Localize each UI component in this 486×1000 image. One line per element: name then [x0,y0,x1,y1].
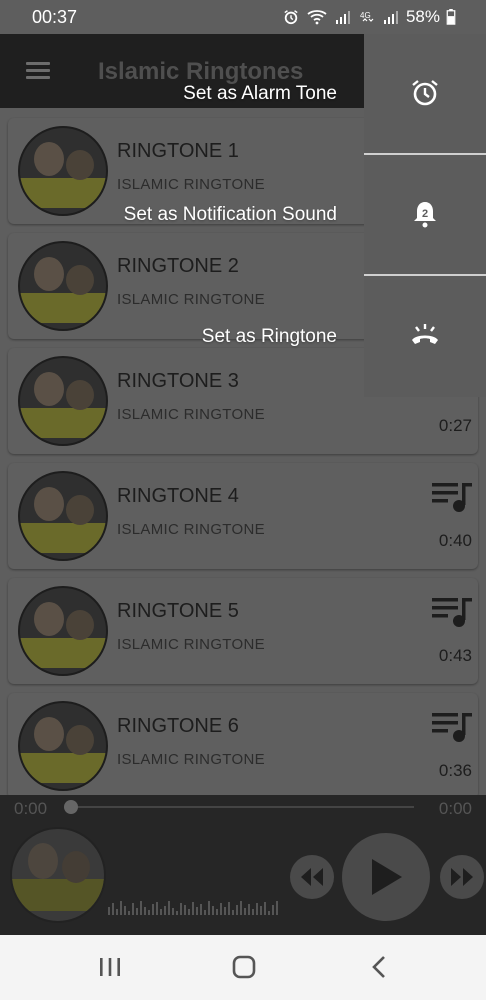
total-time: 0:00 [438,799,472,818]
ringtone-thumbnail [18,701,108,791]
ringtone-subtitle: ISLAMIC RINGTONE [117,291,265,308]
alarm-label[interactable]: Set as Alarm Tone [183,83,337,105]
ringtone-duration: 0:40 [438,531,472,550]
ringtone-subtitle: ISLAMIC RINGTONE [117,751,265,768]
ringtone-thumbnail [18,126,108,216]
status-time: 00:37 [32,7,78,27]
signal-status-icon [335,11,350,24]
app-title: Islamic Ringtones [98,58,304,85]
back-icon[interactable] [366,955,394,979]
wifi-status-icon [307,10,327,25]
battery-icon [446,9,456,25]
notification-label[interactable]: Set as Notification Sound [124,204,337,226]
ringtone-title: RINGTONE 4 [117,485,239,507]
list-item[interactable]: RINGTONE 4 ISLAMIC RINGTONE 0:40 [8,463,478,569]
forward-button[interactable] [440,855,484,899]
status-bar: 00:37 4G 58% [0,0,486,34]
ringtone-button[interactable] [364,276,486,394]
list-item[interactable]: RINGTONE 5 ISLAMIC RINGTONE 0:43 [8,578,478,684]
system-nav-bar [0,935,486,1000]
elapsed-time: 0:00 [14,799,48,818]
bell-icon: 2 [414,202,436,228]
notification-badge-text: 2 [422,208,428,220]
play-icon [372,859,402,895]
playlist-music-icon[interactable] [432,596,472,628]
ringtone-title: RINGTONE 2 [117,255,239,277]
notification-button[interactable]: 2 [364,155,486,273]
ringtone-thumbnail [18,241,108,331]
ringtone-thumbnail [18,586,108,676]
list-item[interactable]: RINGTONE 6 ISLAMIC RINGTONE 0:36 [8,693,478,795]
waveform [108,899,278,915]
ringtone-duration: 0:36 [438,761,472,780]
ringtone-title: RINGTONE 1 [117,140,239,162]
ringtone-subtitle: ISLAMIC RINGTONE [117,521,265,538]
player-bar: 0:00 0:00 [0,795,486,935]
ringtone-thumbnail [18,356,108,446]
ringtone-subtitle: ISLAMIC RINGTONE [117,176,265,193]
playlist-music-icon[interactable] [432,711,472,743]
playlist-music-icon[interactable] [432,481,472,513]
battery-percent: 58% [405,7,440,26]
seek-track[interactable] [64,806,414,808]
ringtone-title: RINGTONE 3 [117,370,239,392]
status-icons: 4G 58% [282,7,456,27]
ringing-phone-icon [412,324,438,344]
recent-apps-icon[interactable] [96,955,124,979]
alarm-clock-icon [412,80,438,106]
hamburger-icon[interactable] [26,62,50,80]
now-playing-thumbnail [10,827,106,923]
ringtone-subtitle: ISLAMIC RINGTONE [117,636,265,653]
seek-knob[interactable] [64,800,78,814]
rewind-icon [301,868,323,886]
ringtone-thumbnail [18,471,108,561]
ringtone-duration: 0:43 [438,646,472,665]
ringtone-duration: 0:27 [438,416,472,435]
lte-status-icon: 4G [360,11,374,22]
set-as-menu: 2 [364,34,486,397]
ringtone-subtitle: ISLAMIC RINGTONE [117,406,265,423]
fast-forward-icon [451,868,473,886]
alarm-status-icon [284,10,298,25]
alarm-button[interactable] [364,34,486,152]
play-button[interactable] [342,833,430,921]
rewind-button[interactable] [290,855,334,899]
signal2-status-icon [383,11,398,24]
ringtone-title: RINGTONE 5 [117,600,239,622]
ringtone-title: RINGTONE 6 [117,715,239,737]
home-icon[interactable] [230,955,258,979]
ringtone-label[interactable]: Set as Ringtone [202,326,337,348]
